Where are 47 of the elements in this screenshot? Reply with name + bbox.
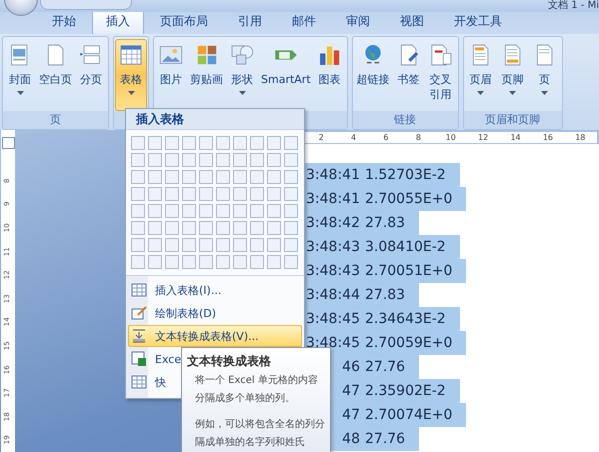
ribbon-tab[interactable]: 开发工具 (440, 9, 516, 34)
ribbon-button[interactable]: 书签 (392, 39, 425, 111)
ruler-number: 4 (337, 132, 370, 142)
menu-item[interactable]: 文本转换成表格(V)... (128, 325, 302, 347)
menu-item[interactable]: Exce (128, 348, 184, 370)
menu-item[interactable]: 绘制表格(D) (128, 302, 220, 324)
ribbon-button[interactable]: 页脚 (496, 39, 529, 111)
ribbon-button[interactable]: 封面 (4, 39, 36, 111)
ribbon-button[interactable]: 页眉 (464, 39, 497, 111)
group-label: 页 (3, 111, 108, 129)
ribbon-button[interactable]: 形状 (226, 39, 258, 111)
ribbon-button[interactable]: SmartArt (258, 39, 314, 111)
table-icon (131, 282, 147, 298)
tab-stop-selector[interactable] (2, 137, 15, 149)
group-label: 页眉和页脚 (464, 111, 562, 129)
ribbon-tab[interactable]: 审阅 (332, 9, 384, 34)
tooltip-title: 文本转换成表格 (187, 354, 272, 369)
ribbon-button[interactable]: 空白页 (36, 39, 75, 111)
ribbon-tab[interactable]: 视图 (386, 9, 438, 34)
draw-table-icon (131, 305, 147, 321)
ribbon-tab[interactable]: 引用 (224, 9, 276, 34)
ribbon-button[interactable]: 分页 (75, 39, 107, 111)
ribbon-button[interactable]: 交叉引用 (424, 39, 457, 111)
ribbon-button[interactable]: 图片 (155, 39, 187, 111)
ribbon-button[interactable]: 图表 (314, 39, 346, 111)
menu-item[interactable]: 插入表格(I)... (128, 279, 224, 301)
excel-table-icon (131, 351, 147, 367)
ruler-number: 8 (402, 132, 435, 142)
ruler-number: 16 (532, 132, 564, 142)
group-label: 链接 (352, 111, 458, 129)
ribbon-button[interactable]: 超链接 (354, 39, 393, 111)
menu-item[interactable]: 快 (128, 371, 169, 393)
ribbon-button[interactable]: 表格 (115, 39, 147, 111)
ribbon-tab[interactable]: 页面布局 (146, 9, 222, 34)
table-icon (131, 374, 147, 390)
ruler-number: 6 (370, 132, 402, 142)
ribbon-tab[interactable]: 开始 (38, 9, 90, 34)
ribbon-button[interactable]: 剪贴画 (187, 39, 226, 111)
menu-header: 插入表格 (126, 109, 304, 130)
ruler-number: 14 (499, 132, 532, 142)
ribbon-button[interactable]: 页 (528, 39, 561, 111)
ribbon-tab[interactable]: 邮件 (278, 9, 330, 34)
ruler-number: 18 (564, 132, 597, 142)
convert-text-icon (131, 328, 147, 344)
ruler-number: 2 (305, 132, 338, 142)
ruler-number: 10 (434, 132, 467, 142)
ruler-number: 12 (466, 132, 500, 142)
